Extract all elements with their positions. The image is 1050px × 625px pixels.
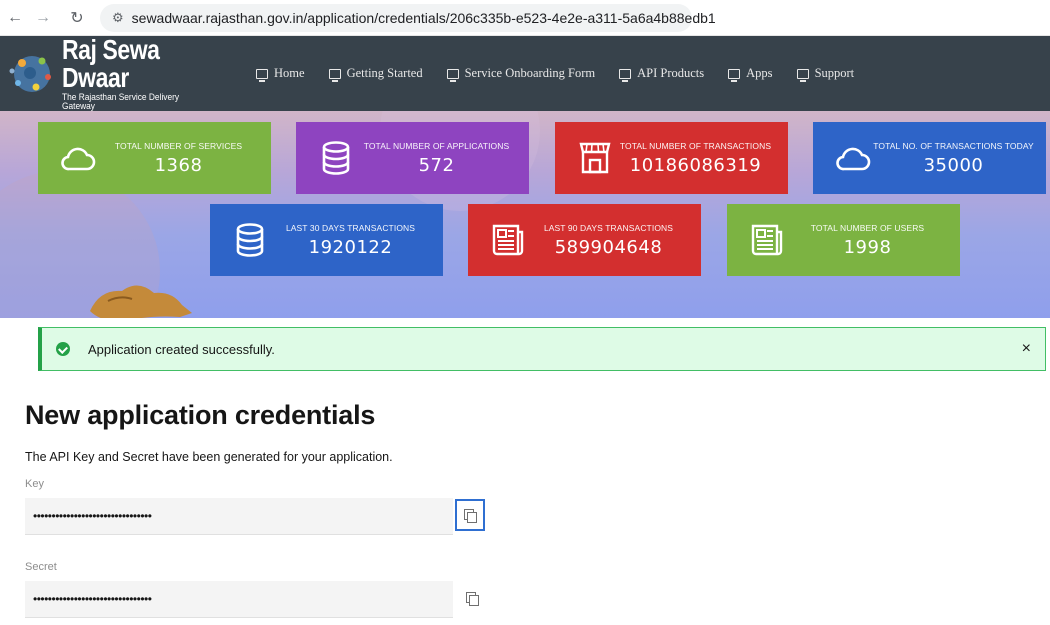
nav-apps[interactable]: Apps xyxy=(728,66,773,82)
copy-icon xyxy=(466,591,479,606)
close-icon[interactable]: × xyxy=(1022,340,1031,358)
stat-value: 1920122 xyxy=(308,236,393,258)
stat-label: TOTAL NUMBER OF TRANSACTIONS xyxy=(619,140,772,151)
checkmark-circle-icon xyxy=(56,342,70,356)
monitor-icon xyxy=(619,68,632,82)
stats-banner: TOTAL NUMBER OF SERVICES 1368 TOTAL NUMB… xyxy=(0,111,1050,318)
stat-value: 1998 xyxy=(843,236,892,258)
page-title: New application credentials xyxy=(25,400,376,430)
stat-label: TOTAL NUMBER OF APPLICATIONS xyxy=(363,140,510,151)
site-title: Raj Sewa Dwaar xyxy=(62,33,160,93)
stat-card-last-30-days: LAST 30 DAYS TRANSACTIONS 1920122 xyxy=(210,204,443,276)
success-notification: Application created successfully. × xyxy=(38,327,1046,371)
notification-message: Application created successfully. xyxy=(88,341,275,357)
nav-label: Support xyxy=(814,66,855,80)
cloud-icon xyxy=(61,147,96,171)
address-bar[interactable]: ⚙ sewadwaar.rajasthan.gov.in/application… xyxy=(100,3,716,32)
page-description: The API Key and Secret have been generat… xyxy=(25,450,393,464)
key-label: Key xyxy=(25,478,44,490)
stat-label: LAST 90 DAYS TRANSACTIONS xyxy=(543,222,674,233)
copy-icon xyxy=(464,508,477,523)
nav-label: Apps xyxy=(746,66,773,80)
api-secret-field[interactable]: •••••••••••••••••••••••••••••••• xyxy=(25,581,453,618)
api-key-field[interactable]: •••••••••••••••••••••••••••••••• xyxy=(25,498,453,535)
stat-value: 1368 xyxy=(154,154,203,176)
nav-support[interactable]: Support xyxy=(796,66,855,82)
camel-illustration xyxy=(90,285,192,318)
site-subtitle: The Rajasthan Service Delivery Gateway xyxy=(62,91,180,112)
nav-service-onboarding-form[interactable]: Service Onboarding Form xyxy=(446,66,596,82)
stat-label: TOTAL NO. OF TRANSACTIONS TODAY xyxy=(873,140,1034,151)
nav-label: Getting Started xyxy=(346,66,423,80)
stat-label: LAST 30 DAYS TRANSACTIONS xyxy=(285,222,416,233)
stat-card-last-90-days: LAST 90 DAYS TRANSACTIONS 589904648 xyxy=(468,204,701,276)
stat-label: TOTAL NUMBER OF USERS xyxy=(810,222,925,233)
stat-card-transactions-today: TOTAL NO. OF TRANSACTIONS TODAY 35000 xyxy=(813,122,1046,194)
site-header: Raj Sewa Dwaar The Rajasthan Service Del… xyxy=(0,33,1050,112)
newspaper-icon xyxy=(492,224,524,256)
main-content: Application created successfully. × New … xyxy=(0,318,1050,625)
database-icon xyxy=(322,141,350,175)
monitor-icon xyxy=(728,68,741,82)
main-nav: Home Getting Started Service Onboarding … xyxy=(256,66,878,82)
monitor-icon xyxy=(328,68,341,82)
stat-card-total-services: TOTAL NUMBER OF SERVICES 1368 xyxy=(38,122,271,194)
stat-value: 10186086319 xyxy=(629,154,762,176)
forward-arrow-icon[interactable]: → xyxy=(32,7,54,29)
nav-label: Home xyxy=(274,66,305,80)
nav-label: API Products xyxy=(637,66,705,80)
cloud-icon xyxy=(836,147,871,171)
nav-home[interactable]: Home xyxy=(256,66,305,82)
nav-getting-started[interactable]: Getting Started xyxy=(328,66,423,82)
copy-secret-button[interactable] xyxy=(457,582,487,614)
back-arrow-icon[interactable]: ← xyxy=(4,7,26,29)
stat-card-total-users: TOTAL NUMBER OF USERS 1998 xyxy=(727,204,960,276)
monitor-icon xyxy=(446,68,459,82)
nav-api-products[interactable]: API Products xyxy=(619,66,705,82)
newspaper-icon xyxy=(751,224,783,256)
site-info-icon[interactable]: ⚙ xyxy=(112,10,124,26)
site-logo[interactable]: Raj Sewa Dwaar The Rajasthan Service Del… xyxy=(6,33,252,112)
nav-label: Service Onboarding Form xyxy=(464,66,596,80)
stat-card-total-transactions: TOTAL NUMBER OF TRANSACTIONS 10186086319 xyxy=(555,122,788,194)
store-icon xyxy=(579,142,611,174)
copy-key-button[interactable] xyxy=(455,499,485,531)
stat-value: 572 xyxy=(418,154,455,176)
url-text: sewadwaar.rajasthan.gov.in/application/c… xyxy=(131,9,716,26)
browser-toolbar: ← → ↻ ⚙ sewadwaar.rajasthan.gov.in/appli… xyxy=(0,0,1050,36)
stat-value: 35000 xyxy=(923,154,984,176)
database-icon xyxy=(236,223,264,257)
logo-globe-icon xyxy=(9,55,51,92)
secret-label: Secret xyxy=(25,561,57,573)
monitor-icon xyxy=(796,68,809,82)
stat-value: 589904648 xyxy=(554,236,663,258)
monitor-icon xyxy=(256,68,268,82)
stat-card-total-applications: TOTAL NUMBER OF APPLICATIONS 572 xyxy=(296,122,529,194)
stat-label: TOTAL NUMBER OF SERVICES xyxy=(114,140,243,151)
reload-icon[interactable]: ↻ xyxy=(66,7,88,29)
